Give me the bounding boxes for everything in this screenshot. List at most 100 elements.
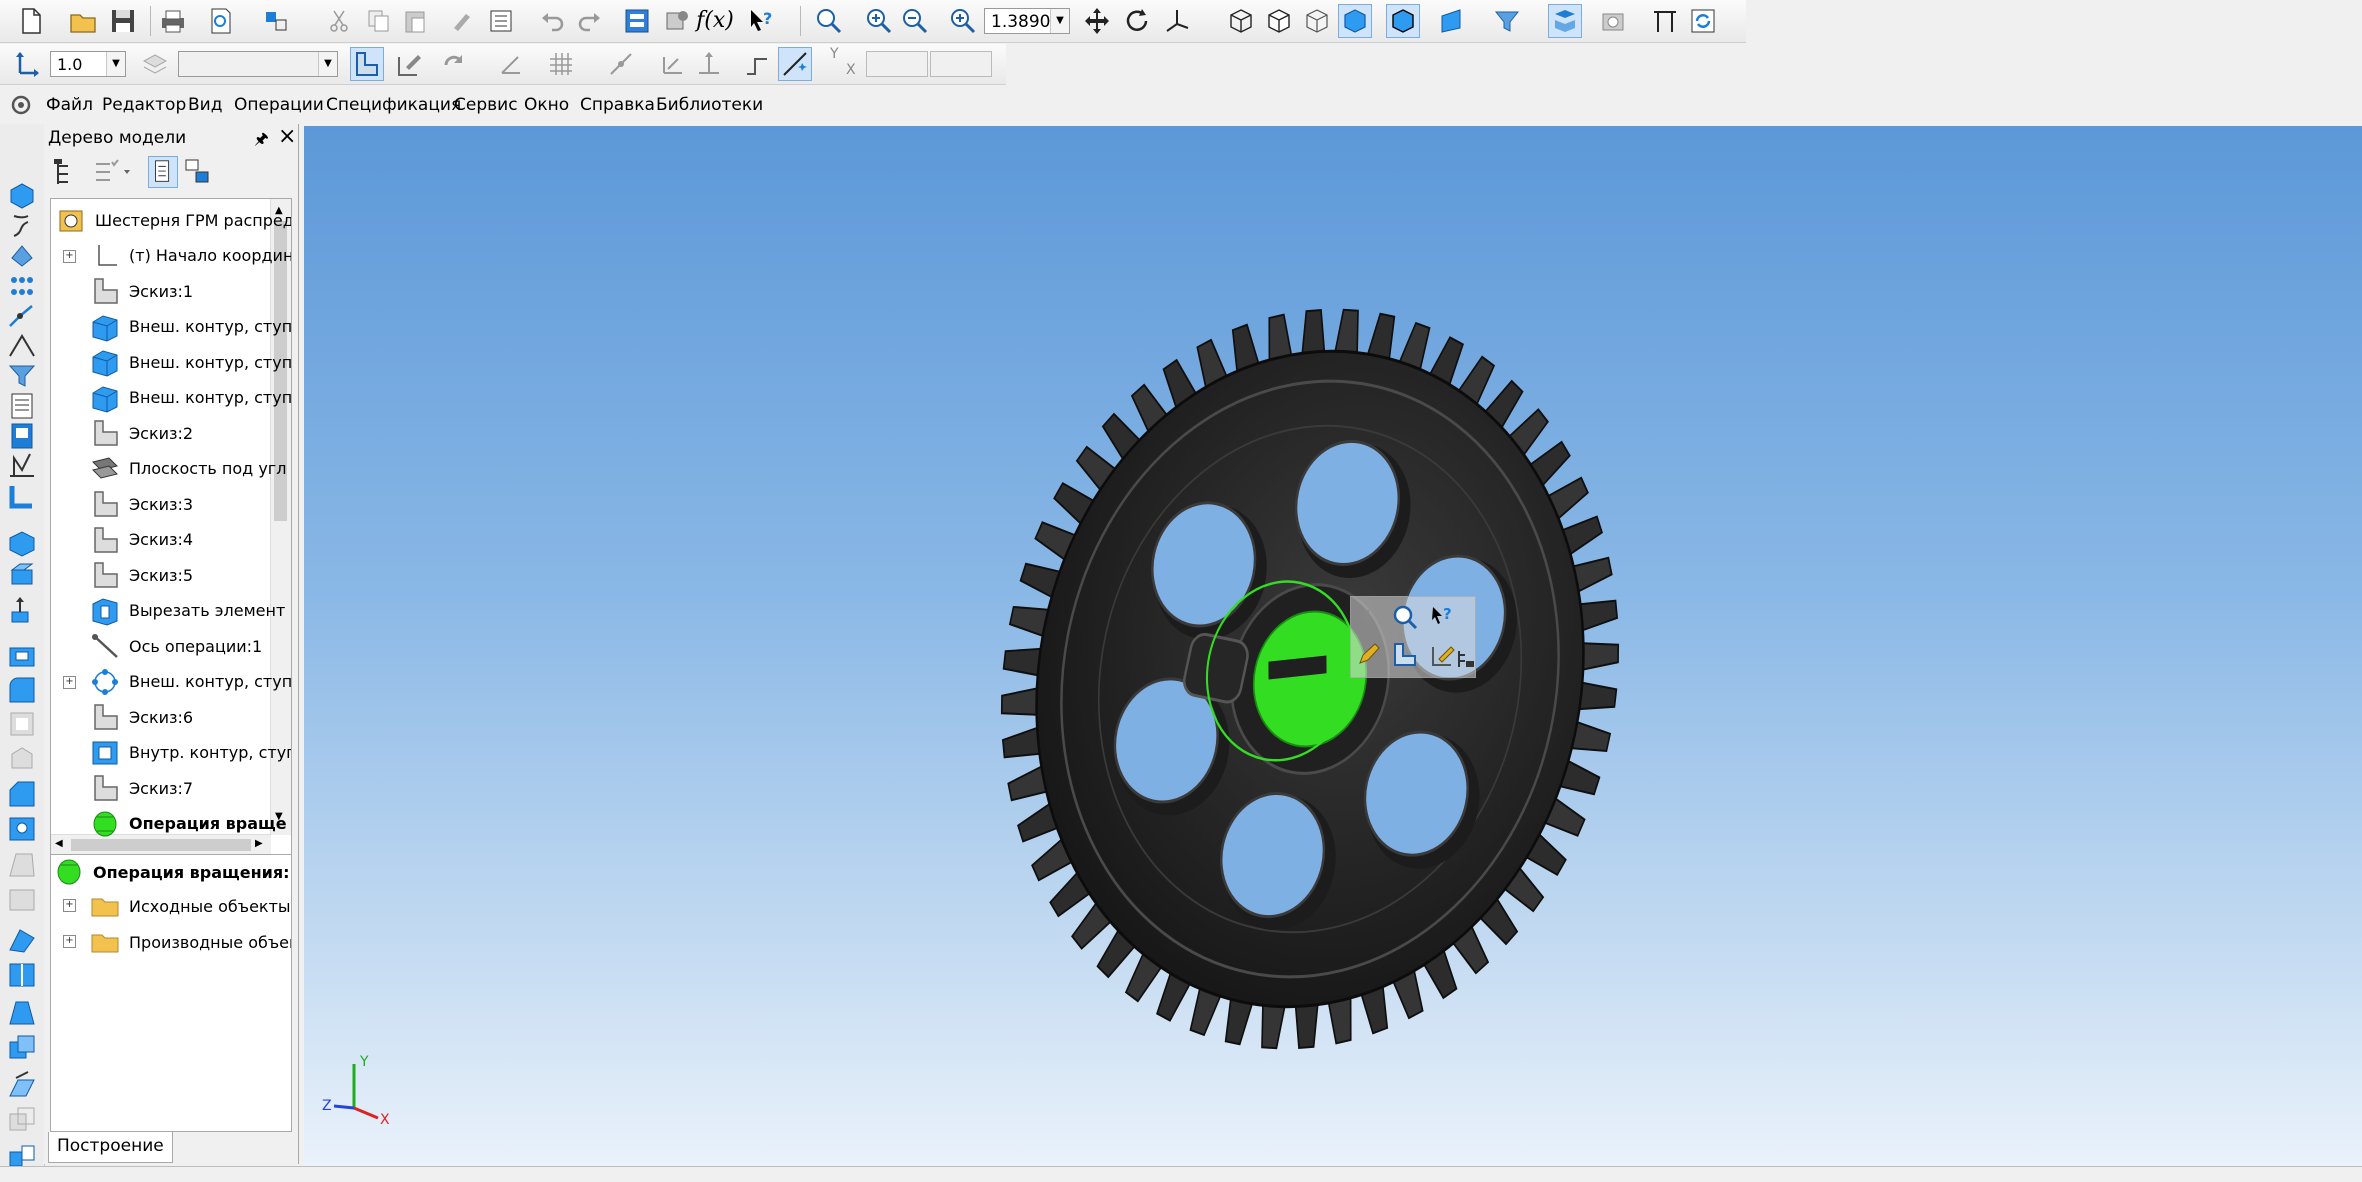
expand-icon[interactable]: +	[63, 675, 76, 689]
sketch-context-icon[interactable]	[1391, 641, 1419, 669]
split-strip-icon[interactable]	[6, 882, 38, 914]
tree-node[interactable]: Эскиз:3	[89, 489, 193, 519]
hidden-lines-view-icon[interactable]	[1262, 4, 1296, 38]
rebuild-icon[interactable]	[1686, 4, 1720, 38]
menu-file[interactable]: Файл	[46, 94, 93, 116]
sheet-metal-icon[interactable]	[6, 480, 38, 512]
perspective-view-icon[interactable]	[1434, 4, 1468, 38]
revolve-strip-icon[interactable]	[6, 560, 38, 592]
hole-strip-icon[interactable]	[6, 812, 38, 844]
tree-node[interactable]: Эскиз:4	[89, 525, 193, 555]
parameters-icon[interactable]	[660, 4, 694, 38]
tree-node[interactable]: Ось операции:1	[89, 631, 262, 661]
arrays-icon[interactable]	[6, 270, 38, 302]
layer-icon[interactable]	[138, 47, 172, 81]
normal-icon[interactable]	[692, 47, 726, 81]
rebuild-model-icon[interactable]	[436, 47, 470, 81]
tree-node[interactable]: Внутр. контур, ступ	[89, 738, 291, 768]
edit-sketch-context-icon[interactable]	[1429, 641, 1457, 669]
undo-icon[interactable]	[536, 4, 570, 38]
tree-node[interactable]: Шестерня ГРМ распредв	[55, 205, 291, 235]
step-combo[interactable]: 1.0 ▼	[50, 51, 126, 77]
format-painter-icon[interactable]	[446, 4, 480, 38]
fillet-strip-icon[interactable]	[6, 674, 38, 706]
save-icon[interactable]	[106, 4, 140, 38]
copy-strip-icon[interactable]	[6, 1032, 38, 1064]
tree-structure-icon[interactable]	[50, 156, 80, 188]
mirror-strip-icon[interactable]	[6, 958, 38, 990]
zoom-scale-combo[interactable]: 1.3890 ▼	[984, 8, 1070, 34]
tree-node[interactable]: Плоскость под угл	[89, 454, 286, 484]
wireframe-view-icon[interactable]	[1224, 4, 1258, 38]
manager-icon[interactable]	[260, 4, 294, 38]
step-line-icon[interactable]	[740, 47, 774, 81]
draft-strip-icon[interactable]	[6, 848, 38, 880]
tree-node[interactable]: Эскиз:6	[89, 702, 193, 732]
scroll-left-icon[interactable]: ◀	[55, 838, 63, 849]
filter-icon[interactable]	[1490, 4, 1524, 38]
props-item[interactable]: Исходные объекты	[89, 891, 291, 921]
tree-filter-icon[interactable]	[92, 156, 132, 188]
model-viewport[interactable]: ? Y X Z	[304, 126, 2362, 1166]
transform-strip-icon[interactable]	[6, 1068, 38, 1100]
chamfer-strip-icon[interactable]	[6, 778, 38, 810]
point-snap-icon[interactable]	[656, 47, 690, 81]
edit-pencil-icon[interactable]	[1355, 641, 1383, 669]
open-folder-icon[interactable]	[66, 4, 100, 38]
edit-sketch-icon[interactable]	[392, 47, 426, 81]
layer-combo[interactable]: ▼	[178, 51, 338, 77]
tree-view-mode-icon[interactable]	[148, 156, 178, 188]
tree-sort-icon[interactable]	[182, 156, 212, 188]
tree-node[interactable]: Эскиз:2	[89, 418, 193, 448]
shaded-view-icon[interactable]	[1338, 4, 1372, 38]
print-icon[interactable]	[156, 4, 190, 38]
help-pointer-icon[interactable]: ?	[744, 4, 778, 38]
chevron-down-icon[interactable]: ▼	[318, 52, 337, 76]
tree-node[interactable]: Внеш. контур, ступ	[89, 312, 291, 342]
chevron-down-icon[interactable]: ▼	[106, 52, 125, 76]
tree-node[interactable]: Внеш. контур, ступ	[89, 383, 291, 413]
pin-icon[interactable]: 🖈	[254, 128, 269, 155]
tree-node[interactable]: Эскиз:7	[89, 773, 193, 803]
paste-icon[interactable]	[398, 4, 432, 38]
chevron-down-icon[interactable]: ▼	[1050, 9, 1069, 33]
measure-icon[interactable]	[1648, 4, 1682, 38]
surfaces-icon[interactable]	[6, 240, 38, 272]
menu-specification[interactable]: Спецификация	[326, 94, 461, 116]
tree-node[interactable]: (т) Начало координ	[89, 241, 291, 271]
menu-view[interactable]: Вид	[188, 94, 222, 116]
edit-part-icon[interactable]	[6, 180, 38, 212]
reports-icon[interactable]	[6, 420, 38, 452]
tree-node[interactable]: Эскиз:5	[89, 560, 193, 590]
copy-icon[interactable]	[362, 4, 396, 38]
zoom-out-icon[interactable]	[898, 4, 932, 38]
menu-editor[interactable]: Редактор	[102, 94, 186, 116]
grid-icon[interactable]	[544, 47, 578, 81]
variables-fx-icon[interactable]: f(x)	[696, 4, 734, 38]
redo-icon[interactable]	[572, 4, 606, 38]
tree-node[interactable]: Операция враще	[89, 809, 287, 839]
cut-extrude-strip-icon[interactable]	[6, 640, 38, 672]
measure-strip-icon[interactable]	[6, 450, 38, 482]
coord-x-field[interactable]	[866, 51, 928, 77]
filters-icon[interactable]	[6, 360, 38, 392]
sketch-mode-icon[interactable]	[350, 47, 384, 81]
inclined-strip-icon[interactable]	[6, 996, 38, 1028]
props-item[interactable]: Производные объекты	[89, 927, 291, 957]
dynamic-snap-icon[interactable]	[778, 47, 812, 81]
properties-context-icon[interactable]	[1457, 647, 1475, 671]
tree-node[interactable]: Вырезать элемент	[89, 596, 285, 626]
zoom-scale-icon[interactable]	[946, 4, 980, 38]
close-icon[interactable]: ×	[278, 124, 296, 149]
gear-model[interactable]	[304, 126, 2362, 1166]
expand-icon[interactable]: +	[63, 249, 76, 263]
new-document-icon[interactable]	[14, 4, 48, 38]
pan-icon[interactable]	[1080, 4, 1114, 38]
diagnostics-icon[interactable]	[6, 330, 38, 362]
properties-icon[interactable]	[484, 4, 518, 38]
shaded-edges-view-icon[interactable]	[1386, 4, 1420, 38]
menu-service[interactable]: Сервис	[454, 94, 518, 116]
section-view-icon[interactable]	[1548, 4, 1582, 38]
thread-strip-icon[interactable]	[6, 924, 38, 956]
menu-window[interactable]: Окно	[524, 94, 569, 116]
